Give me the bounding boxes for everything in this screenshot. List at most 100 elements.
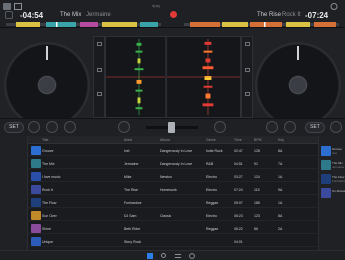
cell-album: Homework (160, 188, 177, 192)
crossfader[interactable] (146, 122, 198, 133)
table-row[interactable]: Unique Story Rock 04:01 (28, 236, 318, 247)
cell-bpm: 123 (254, 214, 260, 218)
deck-left-play-button[interactable] (28, 121, 40, 133)
header-album[interactable]: Album (160, 138, 170, 142)
deck-right-set-button[interactable]: SET (305, 122, 325, 133)
table-row[interactable]: Groove Ivel Dangerously In Love Indie Rock 0… (28, 145, 318, 156)
table-row[interactable]: Rock It The Rise Homework Electro 07:24 115 9A (28, 184, 318, 195)
deck-left-overview-waveform[interactable] (6, 22, 161, 27)
deck-left-title: The Mix (60, 12, 82, 18)
album-art (31, 237, 41, 246)
deck-left-set-button[interactable]: SET (4, 122, 24, 133)
deck-left-eject-button[interactable] (5, 11, 13, 19)
album-art (31, 159, 41, 168)
deck-right-play-button[interactable] (330, 121, 342, 133)
deck-right-sync-button[interactable] (284, 121, 296, 133)
deck-left-cue-icon[interactable] (97, 68, 102, 72)
cell-time: 05:07 (234, 201, 243, 205)
deck-right-fx-icon[interactable] (245, 92, 250, 96)
deck-right-overview-waveform[interactable] (184, 22, 339, 27)
deck-left-cue-button[interactable] (64, 121, 76, 133)
deck-right-turntable[interactable] (255, 42, 341, 128)
music-library: Title Artist Album Genre Time BPM Key Gr… (0, 136, 345, 250)
header-time[interactable]: Time (234, 138, 242, 142)
library-icon[interactable] (3, 3, 11, 10)
cell-time: 02:47 (234, 149, 243, 153)
album-art (31, 198, 41, 207)
cell-artist: DJ Sam (124, 214, 137, 218)
deck-right-set-label: SET (310, 124, 320, 130)
cell-key: 8A (278, 149, 283, 153)
settings-icon[interactable] (330, 3, 338, 10)
cell-artist: Mike (124, 175, 132, 179)
table-row[interactable]: I love music Mike Newton Electro 03:27 124 1A (28, 171, 318, 182)
deck-left-turntable-hub (38, 76, 56, 94)
queue-album-art[interactable] (321, 188, 331, 198)
center-waveform-display[interactable] (105, 36, 241, 118)
search-icon[interactable] (161, 253, 167, 259)
cell-title: Shine (42, 227, 51, 231)
cell-bpm: 115 (254, 188, 260, 192)
deck-right-title: The Rise (257, 12, 282, 18)
deck-right-turntable-hub (289, 76, 307, 94)
queue-panel: Groove Ivel The Mix Jermaine The Flow Funhard… (318, 136, 345, 250)
album-art (31, 185, 41, 194)
deck-right-eq-knob[interactable] (214, 121, 226, 133)
table-row[interactable]: Shine Beth Elder Reggae 06:22 86 2A (28, 223, 318, 234)
deck-left-fx-icon[interactable] (97, 92, 102, 96)
deck-left-turntable[interactable] (4, 42, 90, 128)
header-artist[interactable]: Artist (124, 138, 132, 142)
queue-album-art[interactable] (321, 146, 331, 156)
cell-title: Groove (42, 149, 54, 153)
cell-genre: Reggae (206, 201, 219, 205)
cell-time: 03:27 (234, 175, 243, 179)
deck-left-eq-knob[interactable] (118, 121, 130, 133)
library-sidebar[interactable] (0, 136, 28, 250)
header-genre[interactable]: Genre (206, 138, 216, 142)
deck-left-side-strip (93, 36, 105, 118)
table-row[interactable]: Sun Over DJ Sam Classic Electro 06:23 123 8A (28, 210, 318, 221)
cell-time: 04:51 (234, 162, 243, 166)
deck-left-turntable-marker (46, 46, 48, 60)
cell-key: 9A (278, 188, 283, 192)
cell-genre: Electro (206, 214, 217, 218)
cell-time: 04:01 (234, 240, 243, 244)
queue-album-art[interactable] (321, 160, 331, 170)
cell-artist: Funhardice (124, 201, 142, 205)
deck-left-loop-icon[interactable] (97, 42, 102, 46)
browse-icon[interactable] (147, 253, 153, 259)
deck-right-loop-icon[interactable] (245, 42, 250, 46)
bottom-bar (0, 250, 345, 260)
cell-artist: Story Rock (124, 240, 142, 244)
cell-key: 1A (278, 175, 283, 179)
crossfader-knob[interactable] (168, 122, 175, 133)
header-key[interactable]: Key (278, 138, 284, 142)
header-bpm[interactable]: BPM (254, 138, 262, 142)
deck-left-set-label: SET (9, 124, 19, 130)
cell-title: The Flow (42, 201, 57, 205)
playlist-icon[interactable] (175, 253, 181, 259)
cell-artist: The Rise (124, 188, 139, 192)
deck-right-cue-icon[interactable] (245, 68, 250, 72)
album-art (31, 211, 41, 220)
cell-artist: Ivel (124, 149, 130, 153)
cell-genre: Electro (206, 188, 217, 192)
deck-right-time: -07:24 (305, 11, 329, 20)
cell-key: 8A (278, 214, 283, 218)
layout-icon[interactable] (14, 3, 22, 10)
queue-item-artist: Ivel (332, 151, 337, 155)
deck-right-turntable-marker (297, 46, 299, 60)
history-icon[interactable] (189, 253, 195, 259)
record-button[interactable] (170, 11, 177, 18)
cell-title: Unique (42, 240, 54, 244)
table-row[interactable]: The Flow Funhardice Reggae 05:07 185 1A (28, 197, 318, 208)
deck-right-cue-button[interactable] (266, 121, 278, 133)
deck-left-sync-button[interactable] (46, 121, 58, 133)
queue-item-artist: Funhardice (332, 179, 345, 183)
table-row[interactable]: The Mix Jermaine Dangerously In Love R&B 04:… (28, 158, 318, 169)
top-bar: djay -04:54 The Mix Jermaine The Rise Ro… (0, 0, 345, 28)
album-art (31, 146, 41, 155)
queue-album-art[interactable] (321, 174, 331, 184)
cell-genre: Reggae (206, 227, 219, 231)
header-title[interactable]: Title (42, 138, 48, 142)
